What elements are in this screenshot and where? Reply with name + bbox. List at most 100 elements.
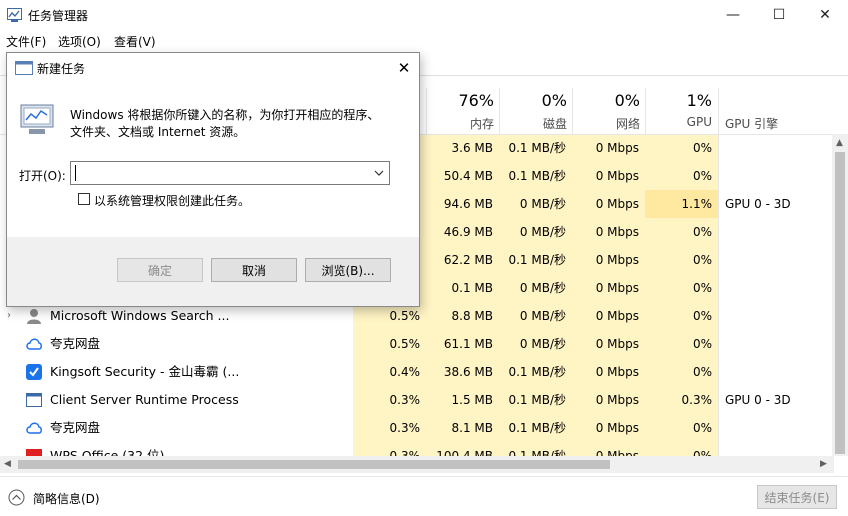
admin-checkbox[interactable]	[78, 193, 90, 205]
col-divider	[499, 88, 500, 134]
ok-button[interactable]: 确定	[117, 258, 203, 282]
header-gpu-engine-label[interactable]: GPU 引擎	[725, 115, 778, 132]
run-program-icon	[20, 104, 54, 134]
cell-gpu-engine: GPU 0 - 3D	[725, 197, 791, 211]
quark-cloud-icon	[26, 338, 42, 350]
header-memory-label[interactable]: 内存	[426, 115, 494, 132]
header-gpu-label[interactable]: GPU	[646, 115, 712, 129]
dialog-message-line2: 文件夹、文档或 Internet 资源。	[70, 125, 246, 139]
cell-memory: 46.9 MB	[443, 225, 493, 239]
cell-gpu: 0%	[692, 141, 712, 155]
cell-disk: 0 MB/秒	[519, 225, 566, 239]
cell-cpu: 0.3%	[389, 421, 421, 435]
dialog-message-line1: Windows 将根据你所键入的名称，为你打开相应的程序、	[70, 108, 380, 122]
open-label: 打开(O):	[19, 169, 66, 183]
cell-disk: 0.1 MB/秒	[508, 169, 566, 183]
cell-network: 0 Mbps	[595, 141, 639, 155]
collapse-up-icon[interactable]	[8, 489, 25, 506]
cell-gpu: 0%	[692, 337, 712, 351]
cell-gpu: 0%	[692, 281, 712, 295]
scroll-up-icon[interactable]: ▲	[836, 138, 843, 148]
col-divider	[645, 88, 646, 134]
cell-memory: 62.2 MB	[443, 253, 493, 267]
scroll-right-icon[interactable]: ▶	[820, 459, 827, 469]
menu-options[interactable]: 选项(O)	[58, 33, 101, 50]
process-name: Kingsoft Security - 金山毒霸 (...	[50, 364, 240, 379]
cell-disk: 0.1 MB/秒	[508, 449, 566, 456]
expand-chevron-icon[interactable]: ›	[7, 310, 11, 321]
vertical-scrollbar[interactable]: ▲	[832, 134, 848, 456]
cell-network: 0 Mbps	[595, 225, 639, 239]
cell-network: 0 Mbps	[595, 421, 639, 435]
cell-network: 0 Mbps	[595, 309, 639, 323]
dialog-footer: 确定 取消 浏览(B)...	[7, 237, 419, 306]
cell-cpu: 0.5%	[389, 337, 421, 351]
cell-gpu-engine: GPU 0 - 3D	[725, 393, 791, 407]
header-memory-pct[interactable]: 76%	[426, 91, 494, 110]
cell-gpu: 0%	[692, 169, 712, 183]
header-network-pct[interactable]: 0%	[573, 91, 640, 110]
cell-gpu: 0%	[692, 365, 712, 379]
scroll-thumb-horizontal[interactable]	[18, 460, 610, 469]
header-gpu-pct[interactable]: 1%	[646, 91, 712, 110]
cell-memory: 38.6 MB	[443, 365, 493, 379]
table-row[interactable]: 夸克网盘 0.3% 8.1 MB 0.1 MB/秒 0 Mbps 0%	[0, 414, 832, 442]
cell-gpu: 0%	[692, 253, 712, 267]
cell-memory: 50.4 MB	[443, 169, 493, 183]
col-divider	[426, 88, 427, 134]
table-row[interactable]: 夸克网盘 0.5% 61.1 MB 0 MB/秒 0 Mbps 0%	[0, 330, 832, 358]
process-name: 夸克网盘	[50, 336, 101, 351]
brief-details-link[interactable]: 简略信息(D)	[33, 490, 100, 507]
cell-network: 0 Mbps	[595, 253, 639, 267]
cell-memory: 8.8 MB	[451, 309, 493, 323]
cancel-button[interactable]: 取消	[211, 258, 297, 282]
cell-cpu: 0.3%	[389, 449, 421, 456]
menu-view[interactable]: 查看(V)	[114, 33, 156, 50]
run-dialog-icon	[15, 61, 33, 75]
cell-memory: 0.1 MB	[451, 281, 493, 295]
title-bar: 任务管理器 — ☐ ✕	[0, 0, 848, 30]
chevron-down-icon[interactable]	[374, 170, 384, 177]
wps-office-icon	[26, 449, 42, 456]
kingsoft-shield-icon	[26, 364, 42, 380]
cell-disk: 0 MB/秒	[519, 309, 566, 323]
cell-memory: 3.6 MB	[451, 141, 493, 155]
dialog-close-button[interactable]: ✕	[391, 55, 417, 81]
cell-memory: 1.5 MB	[451, 393, 493, 407]
cell-gpu: 0%	[692, 421, 712, 435]
horizontal-scrollbar[interactable]: ◀ ▶	[0, 456, 834, 473]
end-task-button[interactable]: 结束任务(E)	[757, 485, 837, 509]
cell-memory: 61.1 MB	[443, 337, 493, 351]
table-row[interactable]: WPS Office (32 位) 0.3% 100.4 MB 0.1 MB/秒 0 M…	[0, 442, 832, 456]
scroll-left-icon[interactable]: ◀	[4, 459, 11, 469]
cell-memory: 8.1 MB	[451, 421, 493, 435]
scroll-thumb[interactable]	[835, 152, 845, 454]
admin-checkbox-label[interactable]: 以系统管理权限创建此任务。	[94, 192, 250, 209]
close-button[interactable]: ✕	[802, 0, 848, 30]
table-row[interactable]: Kingsoft Security - 金山毒霸 (... 0.4% 38.6 MB…	[0, 358, 832, 386]
header-network-label[interactable]: 网络	[573, 115, 640, 132]
cell-disk: 0.1 MB/秒	[508, 393, 566, 407]
text-caret	[75, 165, 76, 181]
maximize-button[interactable]: ☐	[756, 0, 802, 30]
col-divider	[572, 88, 573, 134]
browse-button[interactable]: 浏览(B)...	[305, 258, 391, 282]
cell-disk: 0.1 MB/秒	[508, 253, 566, 267]
cell-network: 0 Mbps	[595, 337, 639, 351]
cell-memory: 94.6 MB	[443, 197, 493, 211]
task-manager-icon	[7, 8, 22, 22]
quark-cloud-icon	[26, 422, 42, 434]
cell-network: 0 Mbps	[595, 365, 639, 379]
search-service-icon	[27, 309, 41, 324]
cell-disk: 0 MB/秒	[519, 337, 566, 351]
table-row[interactable]: Client Server Runtime Process 0.3% 1.5 MB 0…	[0, 386, 832, 414]
new-task-dialog: 新建任务 ✕ Windows 将根据你所键入的名称，为你打开相应的程序、 文件夹…	[6, 52, 420, 307]
menu-file[interactable]: 文件(F)	[6, 33, 46, 50]
cell-network: 0 Mbps	[595, 449, 639, 456]
minimize-button[interactable]: —	[710, 0, 756, 30]
status-bar: 简略信息(D) 结束任务(E)	[0, 476, 848, 516]
cell-gpu: 0%	[692, 225, 712, 239]
open-combobox[interactable]	[70, 161, 390, 185]
header-disk-label[interactable]: 磁盘	[500, 115, 567, 132]
header-disk-pct[interactable]: 0%	[500, 91, 567, 110]
